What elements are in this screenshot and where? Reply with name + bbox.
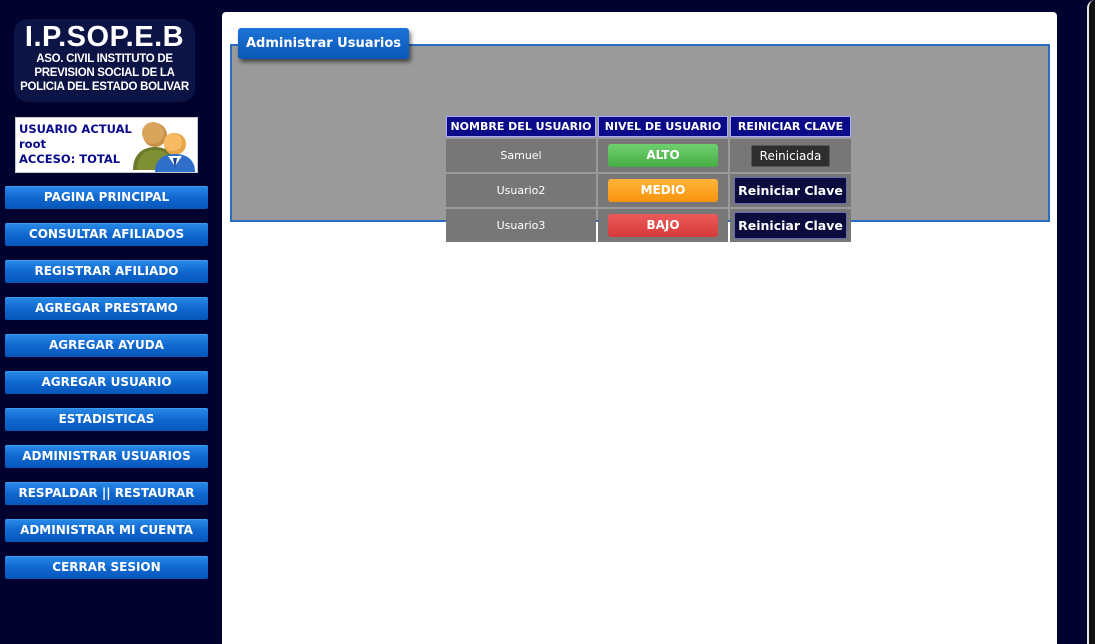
nav-cerrar-sesion-button[interactable]: CERRAR SESION [5, 556, 208, 579]
reset-status-label: Reiniciada [750, 144, 831, 167]
logo-line-2: PREVISION SOCIAL DE LA [34, 67, 175, 79]
window-edge [1087, 0, 1095, 644]
logo-line-1: ASO. CIVIL INSTITUTO DE [36, 53, 173, 65]
user-name-cell: Usuario2 [446, 174, 596, 207]
sidebar-nav: PAGINA PRINCIPAL CONSULTAR AFILIADOS REG… [5, 186, 208, 593]
current-user-label: USUARIO ACTUAL [19, 122, 132, 136]
nav-administrar-usuarios-button[interactable]: ADMINISTRAR USUARIOS [5, 445, 208, 468]
current-username: root [19, 137, 46, 151]
users-table: NOMBRE DEL USUARIO NIVEL DE USUARIO REIN… [444, 114, 853, 244]
level-alto-button[interactable]: ALTO [608, 144, 718, 167]
user-level-cell: BAJO [598, 209, 728, 242]
table-row: Usuario3 BAJO Reiniciar Clave [446, 209, 851, 242]
current-user-info: USUARIO ACTUAL root ACCESO: TOTAL [19, 122, 132, 167]
reset-password-button[interactable]: Reiniciar Clave [734, 212, 847, 239]
table-row: Usuario2 MEDIO Reiniciar Clave [446, 174, 851, 207]
user-level-cell: MEDIO [598, 174, 728, 207]
user-level-cell: ALTO [598, 139, 728, 172]
site-logo: I.P.SOP.E.B ASO. CIVIL INSTITUTO DE PREV… [14, 19, 195, 102]
logo-line-3: POLICIA DEL ESTADO BOLIVAR [20, 81, 189, 93]
main-content: Administrar Usuarios NOMBRE DEL USUARIO … [222, 12, 1057, 644]
column-header-reset: REINICIAR CLAVE [730, 116, 851, 137]
column-header-level: NIVEL DE USUARIO [598, 116, 728, 137]
reset-password-button[interactable]: Reiniciar Clave [734, 177, 847, 204]
access-level: ACCESO: TOTAL [19, 152, 121, 166]
level-medio-button[interactable]: MEDIO [608, 179, 718, 202]
nav-agregar-prestamo-button[interactable]: AGREGAR PRESTAMO [5, 297, 208, 320]
user-name-cell: Usuario3 [446, 209, 596, 242]
nav-administrar-mi-cuenta-button[interactable]: ADMINISTRAR MI CUENTA [5, 519, 208, 542]
logo-title: I.P.SOP.E.B [24, 21, 185, 53]
nav-respaldar-restaurar-button[interactable]: RESPALDAR || RESTAURAR [5, 482, 208, 505]
users-group-icon [133, 122, 195, 172]
table-row: Samuel ALTO Reiniciada [446, 139, 851, 172]
nav-estadisticas-button[interactable]: ESTADISTICAS [5, 408, 208, 431]
level-bajo-button[interactable]: BAJO [608, 214, 718, 237]
panel-title: Administrar Usuarios [238, 28, 410, 59]
reset-cell: Reiniciar Clave [730, 209, 851, 242]
user-name-cell: Samuel [446, 139, 596, 172]
nav-pagina-principal-button[interactable]: PAGINA PRINCIPAL [5, 186, 208, 209]
nav-registrar-afiliado-button[interactable]: REGISTRAR AFILIADO [5, 260, 208, 283]
current-user-box: USUARIO ACTUAL root ACCESO: TOTAL [15, 117, 198, 173]
column-header-username: NOMBRE DEL USUARIO [446, 116, 596, 137]
reset-cell: Reiniciar Clave [730, 174, 851, 207]
users-fieldset: NOMBRE DEL USUARIO NIVEL DE USUARIO REIN… [230, 44, 1050, 242]
nav-agregar-ayuda-button[interactable]: AGREGAR AYUDA [5, 334, 208, 357]
page: I.P.SOP.E.B ASO. CIVIL INSTITUTO DE PREV… [0, 0, 1095, 644]
nav-consultar-afiliados-button[interactable]: CONSULTAR AFILIADOS [5, 223, 208, 246]
reset-cell: Reiniciada [730, 139, 851, 172]
nav-agregar-usuario-button[interactable]: AGREGAR USUARIO [5, 371, 208, 394]
table-header-row: NOMBRE DEL USUARIO NIVEL DE USUARIO REIN… [446, 116, 851, 137]
